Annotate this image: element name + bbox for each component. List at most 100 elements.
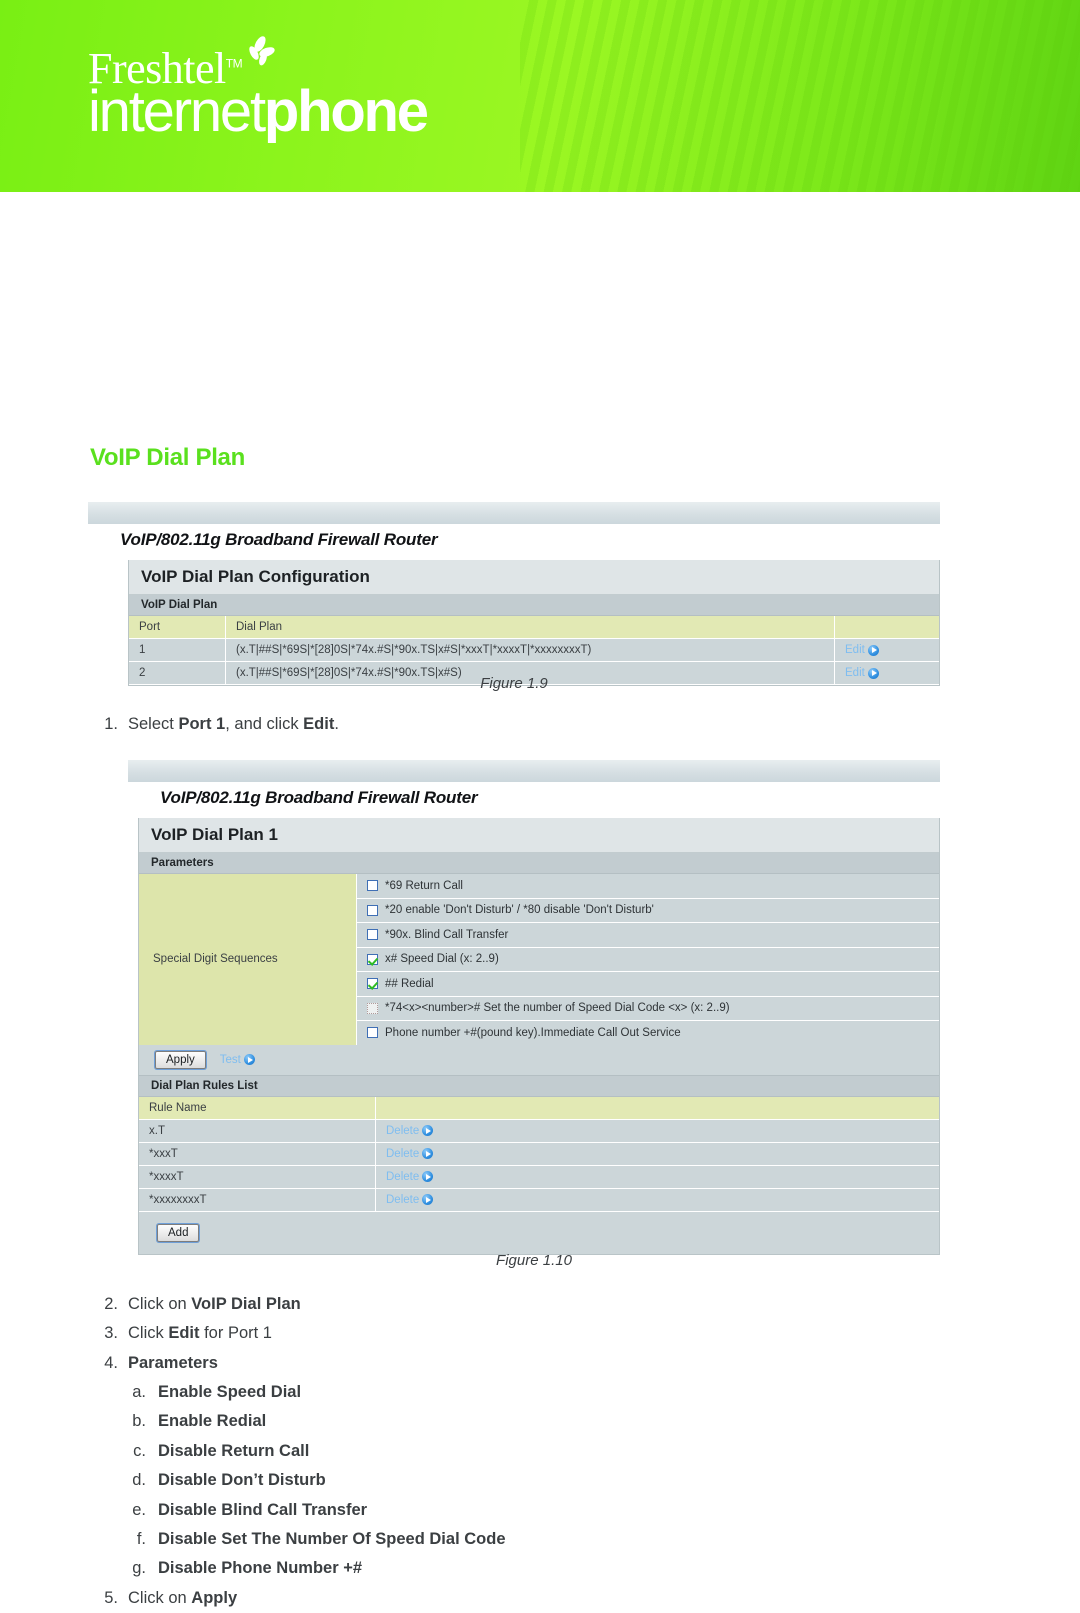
step-number: 4. [104, 1353, 118, 1372]
step-number: g. [132, 1559, 146, 1578]
checkbox-redial[interactable] [367, 978, 378, 990]
panel-subheading-dialplan: VoIP Dial Plan [129, 595, 939, 616]
freshtel-logo: FreshtelTM internetphone [88, 36, 429, 144]
list-item: g. Disable Phone Number +# [90, 1554, 850, 1583]
checkbox-dont-disturb[interactable] [367, 904, 378, 916]
step-list-1: 1. Select Port 1, and click Edit. [90, 710, 790, 739]
table-row: *xxxxT Delete [139, 1165, 939, 1189]
apply-button[interactable]: Apply [155, 1050, 206, 1069]
checkbox-row-immediate-call-out[interactable]: Phone number +#(pound key).Immediate Cal… [357, 1021, 939, 1045]
step-number: e. [132, 1500, 146, 1519]
edit-link-port-1[interactable]: Edit [845, 644, 879, 656]
list-item: b. Enable Redial [90, 1407, 850, 1436]
checkbox-row-dont-disturb[interactable]: *20 enable 'Don't Disturb' / *80 disable… [357, 898, 939, 923]
list-item: 5. Click on Apply [90, 1584, 850, 1613]
parameters-row: Special Digit Sequences *69 Return Call … [139, 874, 939, 1045]
step-text: Disable Blind Call Transfer [158, 1500, 368, 1519]
cell-rule-action: Delete [375, 1142, 939, 1166]
table-row: 1 (x.T|##S|*69S|*[28]0S|*74x.#S|*90x.TS|… [129, 638, 939, 662]
delete-link-label: Delete [386, 1170, 420, 1183]
list-item: 2. Click on VoIP Dial Plan [90, 1290, 850, 1319]
edit-link-label: Edit [845, 644, 865, 656]
checkbox-return-call[interactable] [367, 880, 378, 892]
table-header-row: Port Dial Plan [129, 616, 939, 639]
test-link-label: Test [219, 1053, 241, 1066]
checkbox-label: *74<x><number># Set the number of Speed … [385, 1002, 730, 1015]
step-text: Disable Set The Number Of Speed Dial Cod… [158, 1529, 506, 1548]
checkbox-row-redial[interactable]: ## Redial [357, 972, 939, 997]
step-text: Disable Phone Number +# [158, 1559, 363, 1578]
cell-rule-action: Delete [375, 1188, 939, 1212]
step-text: Click Edit for Port 1 [128, 1324, 272, 1343]
step-number: b. [132, 1412, 146, 1431]
step-number: f. [136, 1529, 146, 1548]
brand-banner: FreshtelTM internetphone [0, 0, 1080, 192]
cell-rule-name: *xxxT [139, 1142, 376, 1166]
cell-rule-name: x.T [139, 1119, 376, 1143]
cell-dial-plan: (x.T|##S|*69S|*[28]0S|*74x.#S|*90x.TS|x#… [225, 638, 835, 662]
column-header-port: Port [129, 616, 226, 639]
figure-caption-1-9: Figure 1.9 [480, 675, 548, 692]
table-row: x.T Delete [139, 1119, 939, 1143]
parameter-label-special-digit-sequences: Special Digit Sequences [139, 874, 357, 1045]
list-item: 3. Click Edit for Port 1 [90, 1319, 850, 1348]
panel-subheading-rules-list: Dial Plan Rules List [139, 1075, 939, 1097]
arrow-right-icon [422, 1171, 434, 1182]
panel-heading-dialplan-1: VoIP Dial Plan 1 [139, 818, 939, 853]
step-number: 1. [104, 715, 118, 733]
banner-stripe-texture [520, 0, 1080, 192]
arrow-right-icon [422, 1148, 434, 1159]
delete-link-rule-4[interactable]: Delete [386, 1194, 434, 1206]
parameters-button-bar: Apply Test [139, 1044, 939, 1076]
arrow-right-icon [243, 1054, 255, 1065]
list-item: f. Disable Set The Number Of Speed Dial C… [90, 1525, 850, 1554]
logo-brand-name: Freshtel [88, 44, 226, 93]
step-text: Select Port 1, and click Edit. [128, 715, 339, 733]
special-digit-sequence-options: *69 Return Call *20 enable 'Don't Distur… [357, 874, 939, 1045]
router-title-2: VoIP/802.11g Broadband Firewall Router [128, 782, 940, 818]
test-link[interactable]: Test [220, 1054, 255, 1066]
delete-link-rule-2[interactable]: Delete [386, 1147, 434, 1160]
checkbox-row-set-speed-dial-code[interactable]: *74<x><number># Set the number of Speed … [357, 996, 939, 1021]
step-text: Click on VoIP Dial Plan [128, 1295, 301, 1313]
checkbox-set-speed-dial-code[interactable] [367, 1002, 378, 1014]
table-header-row: Rule Name [139, 1096, 939, 1120]
delete-link-rule-3[interactable]: Delete [386, 1170, 434, 1183]
dial-plan-config-panel: VoIP Dial Plan Configuration VoIP Dial P… [128, 560, 940, 686]
table-row: *xxxxxxxxT Delete [139, 1188, 939, 1212]
list-item: 1. Select Port 1, and click Edit. [90, 710, 790, 739]
checkbox-row-speed-dial[interactable]: x# Speed Dial (x: 2..9) [357, 947, 939, 972]
column-header-rule-action [375, 1096, 939, 1120]
step-text: Disable Return Call [158, 1441, 310, 1460]
checkbox-row-blind-call-transfer[interactable]: *90x. Blind Call Transfer [357, 923, 939, 948]
step-text: Click on Apply [128, 1588, 238, 1607]
router-titlebar-2 [128, 760, 940, 782]
figure-1-10: VoIP/802.11g Broadband Firewall Router V… [128, 760, 940, 1255]
logo-phone-text: phone [263, 79, 429, 144]
cell-action: Edit [834, 638, 939, 662]
delete-link-rule-1[interactable]: Delete [386, 1124, 434, 1137]
router-title-1: VoIP/802.11g Broadband Firewall Router [88, 524, 940, 560]
cell-rule-name: *xxxxT [139, 1165, 376, 1189]
cell-rule-name: *xxxxxxxxT [139, 1188, 376, 1212]
list-item: a. Enable Speed Dial [90, 1378, 850, 1407]
checkbox-label: *20 enable 'Don't Disturb' / *80 disable… [385, 904, 654, 917]
router-titlebar-1 [88, 502, 940, 524]
delete-link-label: Delete [386, 1124, 420, 1137]
step-text: Enable Redial [158, 1412, 267, 1431]
checkbox-label: ## Redial [385, 977, 434, 990]
column-header-rule-name: Rule Name [139, 1096, 376, 1120]
step-number: c. [133, 1441, 146, 1460]
cell-rule-action: Delete [375, 1165, 939, 1189]
add-button[interactable]: Add [157, 1223, 200, 1242]
figure-caption-1-10: Figure 1.10 [496, 1252, 572, 1269]
list-item: d. Disable Don’t Disturb [90, 1466, 850, 1495]
checkbox-row-return-call[interactable]: *69 Return Call [357, 874, 939, 899]
checkbox-blind-call-transfer[interactable] [367, 929, 378, 941]
checkbox-speed-dial[interactable] [367, 953, 378, 965]
delete-link-label: Delete [386, 1147, 420, 1160]
logo-wordmark-top: FreshtelTM [88, 36, 275, 93]
step-number: a. [132, 1383, 146, 1402]
page-title: VoIP Dial Plan [90, 444, 245, 471]
checkbox-immediate-call-out[interactable] [367, 1027, 378, 1039]
